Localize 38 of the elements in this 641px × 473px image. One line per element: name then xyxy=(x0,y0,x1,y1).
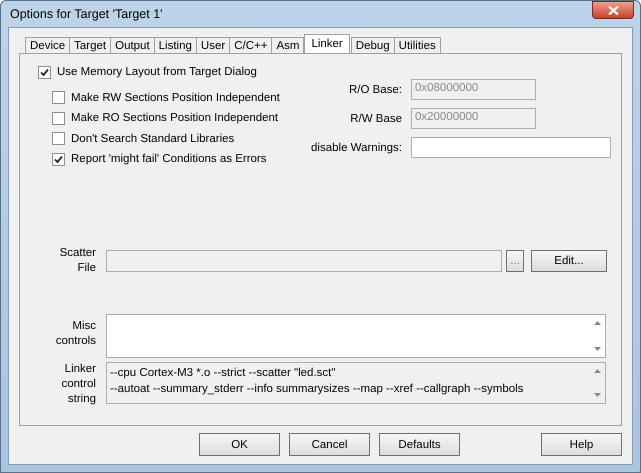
tab[interactable]: Device xyxy=(25,37,70,53)
field-label: R/W Base xyxy=(349,112,402,124)
text-area: --cpu Cortex-M3 *.o --strict --scatter "led.sct" --autoat --summary_stderr --info summarysizes --map --xref --callgraph --symbols xyxy=(107,362,590,402)
tab[interactable]: Linker xyxy=(304,34,350,53)
field-label: disable Warnings: xyxy=(311,142,402,154)
tab[interactable]: Target xyxy=(69,37,112,53)
checkbox-label: Make RW Sections Position Independent xyxy=(71,92,280,104)
checkbox-label: Make RO Sections Position Independent xyxy=(71,112,278,124)
tab[interactable]: Utilities xyxy=(394,37,441,53)
tab[interactable]: Listing xyxy=(154,37,197,53)
scroll-up-icon[interactable] xyxy=(594,320,601,324)
field-label: Linker control string xyxy=(60,362,96,406)
dialog-button[interactable]: OK xyxy=(199,433,280,456)
close-button[interactable] xyxy=(592,1,634,19)
scroll-down-icon[interactable] xyxy=(594,346,601,350)
window-title: Options for Target 'Target 1' xyxy=(9,7,163,21)
checkbox-label: Don't Search Standard Libraries xyxy=(71,132,234,145)
field-label: Scatter File xyxy=(58,246,96,276)
checkbox-label: Use Memory Layout from Target Dialog xyxy=(57,66,257,78)
checkbox[interactable] xyxy=(52,152,65,166)
tab[interactable]: Debug xyxy=(350,37,395,53)
text-area[interactable] xyxy=(106,314,606,358)
field-label: Misc controls xyxy=(54,318,96,348)
checkbox-label: Report 'might fail' Conditions as Errors xyxy=(71,153,266,166)
checkbox[interactable] xyxy=(52,112,65,125)
input-field[interactable] xyxy=(411,137,611,158)
dialog-button[interactable]: Defaults xyxy=(379,433,460,456)
field-label: R/O Base: xyxy=(348,84,402,96)
checkbox[interactable] xyxy=(52,91,65,104)
checkbox[interactable] xyxy=(52,132,65,146)
tab[interactable]: Asm xyxy=(271,37,304,53)
help-button[interactable]: Help xyxy=(541,433,622,456)
checkbox[interactable] xyxy=(38,66,51,79)
scroll-down-icon[interactable] xyxy=(594,392,601,396)
tab[interactable]: Output xyxy=(110,37,155,53)
dialog-button[interactable]: Cancel xyxy=(289,433,370,456)
close-icon xyxy=(608,6,618,14)
scroll-up-icon[interactable] xyxy=(594,368,601,372)
